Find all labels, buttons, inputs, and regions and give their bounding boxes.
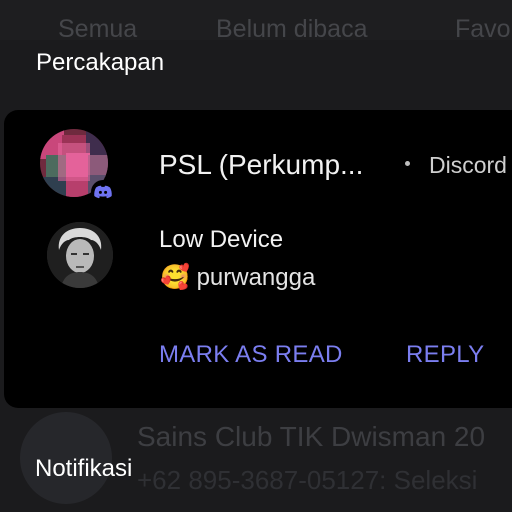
tab-unread[interactable]: Belum dibaca (216, 14, 367, 40)
separator-dot (405, 161, 410, 166)
app-name: Discord (429, 152, 507, 178)
tab-favorites[interactable]: Favo (455, 14, 511, 40)
section-title: Percakapan (36, 49, 165, 76)
smiling-face-with-hearts-icon: 🥰 (160, 264, 190, 291)
notifications-label: Notifikasi (35, 455, 133, 482)
message-preview: 🥰 purwangga (160, 262, 315, 294)
tab-all[interactable]: Semua (58, 14, 137, 40)
sender-name: Low Device (159, 226, 284, 253)
filter-tabs: Semua Belum dibaca Favo (0, 0, 512, 40)
reply-button[interactable]: REPLY (406, 340, 484, 370)
background-chat-preview: +62 895-3687-05127: Seleksi (137, 465, 478, 495)
mark-as-read-button[interactable]: MARK AS READ (159, 340, 343, 370)
sender-avatar (47, 222, 113, 288)
discord-icon (91, 180, 115, 204)
background-chat-title: Sains Club TIK Dwisman 20 (137, 421, 486, 452)
message-text: purwangga (196, 264, 316, 291)
conversation-title: PSL (Perkump... (159, 149, 364, 180)
